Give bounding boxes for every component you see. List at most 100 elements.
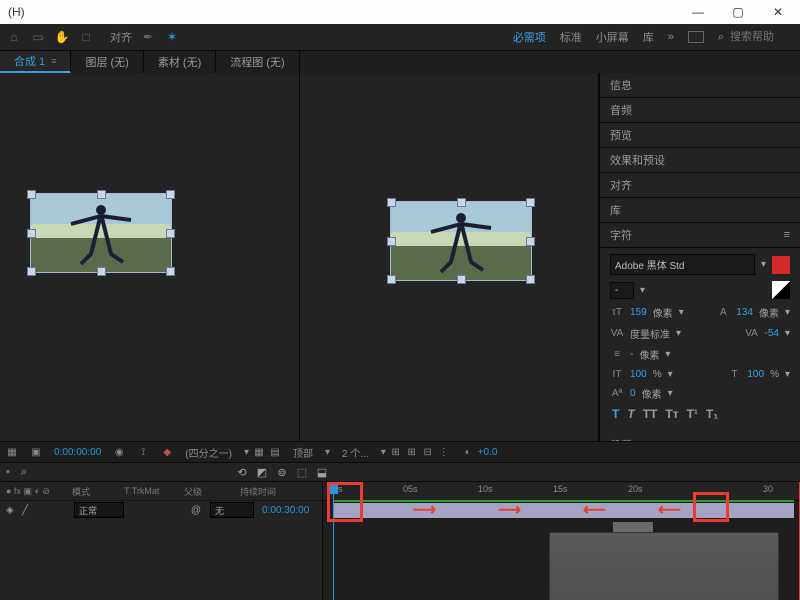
exposure-icon[interactable]: ◐ [462, 446, 474, 458]
top-toolbar: ⌂ ▭ ✋ □ 对齐 ✒ ✶ 必需项 标准 小屏幕 库 » ⌕ [0, 24, 800, 51]
font-size-value[interactable]: 159 [630, 307, 647, 318]
timeline-track-area[interactable]: 0s 05s 10s 15s 20s 30 ⟶ ⟶ ⟵ ⟵ [323, 482, 800, 600]
search-input[interactable] [728, 30, 792, 44]
layer-switch-icon[interactable]: ◩ [256, 466, 268, 478]
font-family-select[interactable]: Adobe 黑体 Std [610, 254, 755, 275]
vscale-value[interactable]: 100 [630, 369, 647, 380]
view1-icon[interactable]: ⊞ [390, 446, 402, 458]
footage-thumbnail-2 [391, 202, 531, 280]
hscale-value[interactable]: 100 [747, 369, 764, 380]
exposure-value[interactable]: +0.0 [478, 447, 498, 458]
current-time-indicator[interactable] [333, 482, 334, 600]
snap-label[interactable]: 对齐 [110, 29, 132, 45]
timeline-layer-list: ● fx ▣ ◐ ⊘ 模式 T TrkMat 父级 持续时间 ◈ ╱ 正常 @ … [0, 482, 323, 600]
tab-footage[interactable]: 素材 (无) [144, 51, 216, 73]
kerning-metrics[interactable]: 度量标准 [630, 326, 670, 341]
superscript-button[interactable]: T¹ [685, 407, 700, 421]
motion-blur-icon[interactable]: ⊚ [276, 466, 288, 478]
baseline-icon: Aª [610, 388, 624, 400]
composition-viewer-right[interactable] [300, 73, 600, 441]
help-search[interactable]: ⌕ [718, 30, 792, 44]
panel-character-label: 字符 [610, 227, 632, 243]
tracking-value[interactable]: -54 [765, 328, 779, 339]
tab-menu-icon[interactable]: ≡ [51, 56, 56, 66]
work-area-bar[interactable] [333, 500, 794, 502]
panel-info[interactable]: 信息 [600, 73, 800, 98]
frame-blend-icon[interactable]: ⬓ [316, 466, 328, 478]
workspace-standard[interactable]: 标准 [560, 29, 582, 45]
hscale-icon: T [727, 368, 741, 380]
layer-bounding-box[interactable] [30, 193, 172, 273]
faux-bold-button[interactable]: T [610, 407, 621, 421]
preview-overlay [549, 532, 779, 600]
stroke-color-swatch[interactable] [772, 281, 790, 299]
panel-preview[interactable]: 预览 [600, 123, 800, 148]
transparency-icon[interactable]: ▦ [253, 446, 265, 458]
tab-layers[interactable]: 图层 (无) [71, 51, 143, 73]
tab-flowchart[interactable]: 流程图 (无) [216, 51, 299, 73]
timeline-layer-row[interactable]: ◈ ╱ 正常 @ 无 0:00:30:00 [0, 500, 322, 519]
parent-select[interactable]: 无 [210, 502, 254, 518]
resolution-select[interactable]: (四分之一) [179, 445, 238, 460]
window-maximize[interactable]: ▢ [718, 0, 758, 24]
window-minimize[interactable]: — [678, 0, 718, 24]
clip-segment[interactable] [613, 522, 653, 532]
baseline-value[interactable]: 0 [630, 388, 636, 399]
pen-tool-icon[interactable]: ✒ [140, 29, 156, 45]
workspace-reset-icon[interactable] [688, 31, 704, 43]
font-style-select[interactable]: - [610, 282, 634, 299]
window-close[interactable]: ✕ [758, 0, 798, 24]
view3-icon[interactable]: ⊟ [422, 446, 434, 458]
grid-icon[interactable]: ▦ [6, 446, 18, 458]
time-ruler[interactable]: 0s 05s 10s 15s 20s 30 [323, 482, 800, 501]
layer-duration[interactable]: 0:00:30:00 [262, 505, 309, 516]
menu-help[interactable]: (H) [2, 5, 25, 19]
graph-icon[interactable]: ⬚ [296, 466, 308, 478]
faux-italic-button[interactable]: T [625, 407, 636, 421]
panel-align[interactable]: 对齐 [600, 173, 800, 198]
hand-tool-icon[interactable]: ✋ [54, 29, 70, 45]
panel-effects[interactable]: 效果和预设 [600, 148, 800, 173]
panel-character-header[interactable]: 字符 ≡ [600, 223, 800, 248]
workspace-smallscreen[interactable]: 小屏幕 [596, 29, 629, 45]
snapshot-icon[interactable]: ◉ [113, 446, 125, 458]
chevron-down-icon[interactable]: ▾ [640, 285, 645, 296]
mask-icon[interactable]: ◆ [161, 446, 173, 458]
panel-audio[interactable]: 音频 [600, 98, 800, 123]
tab-composition[interactable]: 合成 1 ≡ [0, 51, 71, 73]
tab-composition-label: 合成 1 [14, 53, 45, 69]
shy-icon[interactable]: ⟲ [236, 466, 248, 478]
view2-icon[interactable]: ⊞ [406, 446, 418, 458]
active-camera[interactable]: 顶部 [287, 445, 319, 460]
layer-clip-bar[interactable] [333, 503, 794, 518]
viewer-tabs: 合成 1 ≡ 图层 (无) 素材 (无) 流程图 (无) [0, 51, 800, 73]
view-count[interactable]: 2 个... [336, 445, 375, 460]
rect-tool-icon[interactable]: □ [78, 29, 94, 45]
panel-libraries[interactable]: 库 [600, 198, 800, 223]
channel-icon[interactable]: ▣ [30, 446, 42, 458]
fill-color-swatch[interactable] [772, 256, 790, 274]
workspace-more[interactable]: » [668, 31, 674, 43]
search-icon[interactable]: ⌕ [18, 466, 30, 478]
blend-mode-select[interactable]: 正常 [74, 502, 124, 518]
guides-icon[interactable]: ▤ [269, 446, 281, 458]
home-icon[interactable]: ⌂ [6, 29, 22, 45]
selection-tool-icon[interactable]: ▭ [30, 29, 46, 45]
allcaps-button[interactable]: TT [641, 407, 660, 421]
panel-menu-icon[interactable]: ≡ [784, 229, 790, 241]
region-icon[interactable]: ⟟ [137, 446, 149, 458]
workspace-libraries[interactable]: 库 [643, 29, 654, 45]
parent-pickwhip-icon[interactable]: @ [190, 504, 202, 516]
smallcaps-button[interactable]: Tᴛ [663, 407, 680, 421]
panel-paragraph[interactable]: 段落 [600, 433, 800, 441]
chevron-down-icon[interactable]: ▾ [761, 259, 766, 270]
current-time[interactable]: 0:00:00:00 [48, 447, 107, 458]
view4-icon[interactable]: ⋮ [438, 446, 450, 458]
subscript-button[interactable]: T₁ [704, 407, 720, 421]
workspace-essentials[interactable]: 必需项 [513, 29, 546, 45]
composition-viewer-left[interactable] [0, 73, 300, 441]
snap-icon[interactable]: ✶ [164, 29, 180, 45]
leading-value[interactable]: 134 [736, 307, 753, 318]
timeline-tabs: ▪ ⌕ ⟲ ◩ ⊚ ⬚ ⬓ [0, 463, 800, 482]
layer-bounding-box-2[interactable] [390, 201, 532, 281]
